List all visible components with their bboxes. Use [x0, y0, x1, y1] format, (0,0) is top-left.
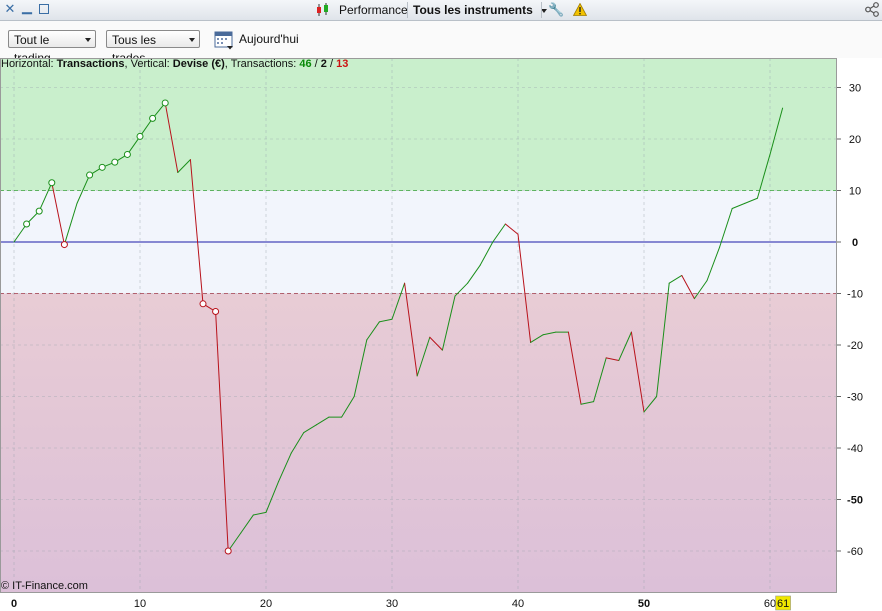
header-slash-2: /	[326, 58, 337, 70]
instrument-label: Tous les instruments	[413, 3, 533, 17]
header-v-value: Devise (€)	[172, 58, 225, 70]
header-prefix: Horizontal:	[1, 58, 57, 70]
header-slash-1: /	[311, 58, 321, 70]
wrench-icon[interactable]: 🔧	[548, 2, 564, 18]
header-mid: , Vertical:	[124, 58, 173, 70]
trades-filter-dropdown[interactable]: Tous les trades	[106, 30, 200, 65]
close-icon[interactable]: ✕	[4, 2, 16, 15]
data-point	[60, 241, 68, 249]
x-highlight-label: 61	[777, 598, 789, 610]
credit-label: © IT-Finance.com	[1, 580, 88, 592]
candlestick-icon	[315, 3, 331, 19]
y-tick-label: 10	[849, 186, 861, 198]
y-tick-label: 20	[849, 134, 861, 146]
y-tick-label: 0	[852, 237, 858, 249]
x-tick-label: 50	[638, 598, 650, 610]
tx-loss-count: 13	[336, 58, 349, 70]
chart-svg: 30 20 10 0 -10 -20 -30 -40 -50 -60 0 10 20 30 40 50 60 61	[0, 58, 863, 611]
x-tick-label: 0	[11, 598, 17, 610]
title-separator-2	[541, 2, 542, 18]
data-point	[86, 171, 94, 179]
x-tick-label: 60	[764, 598, 776, 610]
data-point	[23, 220, 31, 228]
data-point	[35, 207, 43, 215]
data-point	[111, 158, 119, 166]
data-point	[212, 308, 220, 316]
calendar-icon[interactable]	[214, 30, 234, 53]
x-tick-label: 10	[134, 598, 146, 610]
performance-chart[interactable]: 30 20 10 0 -10 -20 -30 -40 -50 -60 0 10 20 30 40 50 60 61	[0, 58, 863, 611]
data-point	[161, 99, 169, 107]
y-tick-label: -30	[847, 392, 863, 404]
tx-win-count: 46	[299, 58, 312, 70]
performance-tab[interactable]: Performance	[339, 2, 408, 18]
header-h-value: Transactions	[56, 58, 125, 70]
filter-toolbar: Tout le trading Tous les trades Aujourd'…	[0, 21, 882, 65]
x-tick-label: 40	[512, 598, 524, 610]
warning-icon[interactable]	[572, 2, 588, 19]
instrument-selector[interactable]: Tous les instruments	[413, 2, 548, 18]
y-tick-label: -20	[847, 340, 863, 352]
lower-zone	[0, 293, 837, 593]
y-tick-label: -40	[847, 443, 863, 455]
y-tick-label: -10	[847, 289, 863, 301]
chevron-down-icon	[85, 38, 91, 42]
x-tick-label: 20	[260, 598, 272, 610]
minimize-icon[interactable]: ▁	[21, 0, 33, 13]
data-point	[98, 163, 106, 171]
title-separator	[407, 2, 408, 18]
trading-filter-dropdown[interactable]: Tout le trading	[8, 30, 96, 65]
chevron-down-icon	[541, 8, 548, 13]
data-point	[149, 114, 157, 122]
data-point	[123, 150, 131, 158]
data-point	[224, 547, 232, 555]
chart-header: Horizontal: Transactions, Vertical: Devi…	[1, 58, 348, 71]
date-label[interactable]: Aujourd'hui	[239, 32, 299, 46]
share-icon[interactable]	[864, 2, 880, 18]
upper-zone	[0, 58, 837, 191]
x-tick-label: 30	[386, 598, 398, 610]
maximize-icon[interactable]	[38, 3, 50, 15]
y-tick-label: 30	[849, 83, 861, 95]
data-point	[48, 179, 56, 187]
chevron-down-icon	[189, 38, 195, 42]
y-tick-label: -50	[847, 495, 863, 507]
title-bar: ✕ ▁ Performance Tous les instruments 🔧	[0, 0, 882, 21]
data-point	[199, 300, 207, 308]
data-point	[136, 132, 144, 140]
header-tx-prefix: , Transactions:	[224, 58, 300, 70]
y-tick-label: -60	[847, 546, 863, 558]
